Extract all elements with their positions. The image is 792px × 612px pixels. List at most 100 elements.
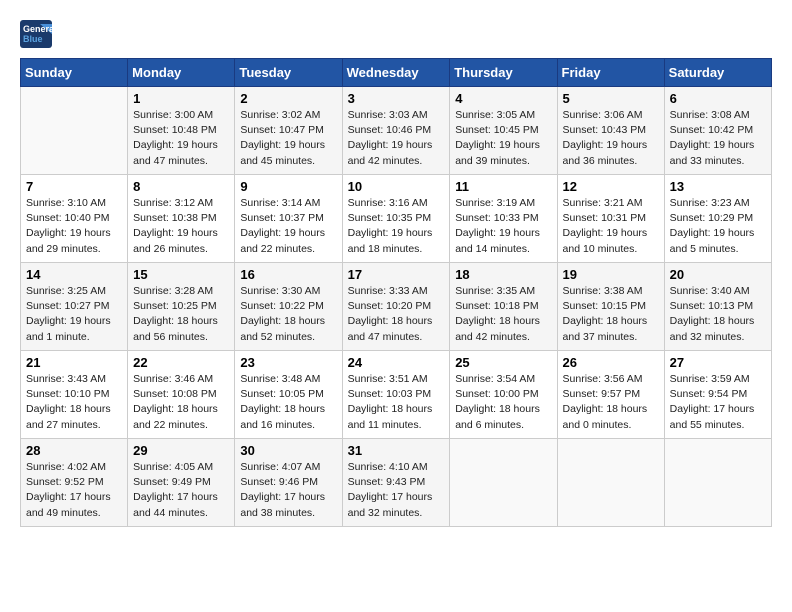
calendar-cell: 11Sunrise: 3:19 AMSunset: 10:33 PMDaylig…	[450, 175, 557, 263]
day-number: 9	[240, 179, 336, 194]
col-header-thursday: Thursday	[450, 59, 557, 87]
calendar-cell: 17 Sunrise: 3:33 AMSunset: 10:20 PMDaylig…	[342, 263, 450, 351]
calendar-cell: 26 Sunrise: 3:56 AMSunset: 9:57 PMDayligh…	[557, 351, 664, 439]
day-info: Sunrise: 3:12 AMSunset: 10:38 PMDaylight…	[133, 196, 229, 257]
col-header-friday: Friday	[557, 59, 664, 87]
calendar-cell: 28 Sunrise: 4:02 AMSunset: 9:52 PMDayligh…	[21, 439, 128, 527]
day-number: 10	[348, 179, 445, 194]
col-header-monday: Monday	[128, 59, 235, 87]
day-info: Sunrise: 3:14 AMSunset: 10:37 PMDaylight…	[240, 196, 336, 257]
calendar-cell: 6Sunrise: 3:08 AMSunset: 10:42 PMDayligh…	[664, 87, 771, 175]
day-number: 31	[348, 443, 445, 458]
day-info: Sunrise: 4:07 AMSunset: 9:46 PMDaylight:…	[240, 460, 336, 521]
calendar-cell: 5 Sunrise: 3:06 AMSunset: 10:43 PMDayligh…	[557, 87, 664, 175]
calendar-cell: 24 Sunrise: 3:51 AMSunset: 10:03 PMDaylig…	[342, 351, 450, 439]
day-info: Sunrise: 3:40 AMSunset: 10:13 PMDaylight…	[670, 284, 766, 345]
day-number: 3	[348, 91, 445, 106]
calendar-cell: 3Sunrise: 3:03 AMSunset: 10:46 PMDayligh…	[342, 87, 450, 175]
calendar-cell: 1 Sunrise: 3:00 AMSunset: 10:48 PMDayligh…	[128, 87, 235, 175]
calendar-cell: 21 Sunrise: 3:43 AMSunset: 10:10 PMDaylig…	[21, 351, 128, 439]
day-info: Sunrise: 3:46 AMSunset: 10:08 PMDaylight…	[133, 372, 229, 433]
calendar-cell: 15 Sunrise: 3:28 AMSunset: 10:25 PMDaylig…	[128, 263, 235, 351]
calendar-cell: 23 Sunrise: 3:48 AMSunset: 10:05 PMDaylig…	[235, 351, 342, 439]
day-info: Sunrise: 3:05 AMSunset: 10:45 PMDaylight…	[455, 108, 551, 169]
calendar-cell: 8Sunrise: 3:12 AMSunset: 10:38 PMDayligh…	[128, 175, 235, 263]
day-number: 29	[133, 443, 229, 458]
day-info: Sunrise: 3:38 AMSunset: 10:15 PMDaylight…	[563, 284, 659, 345]
calendar-cell: 9 Sunrise: 3:14 AMSunset: 10:37 PMDayligh…	[235, 175, 342, 263]
day-number: 6	[670, 91, 766, 106]
day-number: 14	[26, 267, 122, 282]
day-info: Sunrise: 3:48 AMSunset: 10:05 PMDaylight…	[240, 372, 336, 433]
day-number: 17	[348, 267, 445, 282]
calendar-cell: 16Sunrise: 3:30 AMSunset: 10:22 PMDaylig…	[235, 263, 342, 351]
logo-icon: General Blue	[20, 20, 52, 48]
day-number: 30	[240, 443, 336, 458]
calendar-cell: 29 Sunrise: 4:05 AMSunset: 9:49 PMDayligh…	[128, 439, 235, 527]
day-number: 28	[26, 443, 122, 458]
day-number: 12	[563, 179, 659, 194]
day-number: 19	[563, 267, 659, 282]
day-info: Sunrise: 3:21 AMSunset: 10:31 PMDaylight…	[563, 196, 659, 257]
calendar-cell	[21, 87, 128, 175]
calendar-cell: 7 Sunrise: 3:10 AMSunset: 10:40 PMDayligh…	[21, 175, 128, 263]
day-number: 2	[240, 91, 336, 106]
col-header-sunday: Sunday	[21, 59, 128, 87]
day-info: Sunrise: 3:51 AMSunset: 10:03 PMDaylight…	[348, 372, 445, 433]
col-header-wednesday: Wednesday	[342, 59, 450, 87]
day-number: 11	[455, 179, 551, 194]
day-info: Sunrise: 3:16 AMSunset: 10:35 PMDaylight…	[348, 196, 445, 257]
logo: General Blue	[20, 20, 56, 48]
calendar-cell: 31Sunrise: 4:10 AMSunset: 9:43 PMDayligh…	[342, 439, 450, 527]
calendar-week-row: 21 Sunrise: 3:43 AMSunset: 10:10 PMDaylig…	[21, 351, 772, 439]
day-info: Sunrise: 3:28 AMSunset: 10:25 PMDaylight…	[133, 284, 229, 345]
page-header: General Blue	[20, 20, 772, 48]
calendar-cell: 22 Sunrise: 3:46 AMSunset: 10:08 PMDaylig…	[128, 351, 235, 439]
day-number: 7	[26, 179, 122, 194]
day-info: Sunrise: 3:59 AMSunset: 9:54 PMDaylight:…	[670, 372, 766, 433]
day-info: Sunrise: 3:33 AMSunset: 10:20 PMDaylight…	[348, 284, 445, 345]
day-info: Sunrise: 3:43 AMSunset: 10:10 PMDaylight…	[26, 372, 122, 433]
calendar-cell: 25 Sunrise: 3:54 AMSunset: 10:00 PMDaylig…	[450, 351, 557, 439]
day-number: 5	[563, 91, 659, 106]
day-number: 27	[670, 355, 766, 370]
day-info: Sunrise: 3:23 AMSunset: 10:29 PMDaylight…	[670, 196, 766, 257]
calendar-cell: 10 Sunrise: 3:16 AMSunset: 10:35 PMDaylig…	[342, 175, 450, 263]
day-number: 1	[133, 91, 229, 106]
calendar-week-row: 14Sunrise: 3:25 AMSunset: 10:27 PMDaylig…	[21, 263, 772, 351]
day-number: 24	[348, 355, 445, 370]
day-number: 22	[133, 355, 229, 370]
calendar-cell: 27 Sunrise: 3:59 AMSunset: 9:54 PMDayligh…	[664, 351, 771, 439]
day-number: 21	[26, 355, 122, 370]
calendar-cell: 20 Sunrise: 3:40 AMSunset: 10:13 PMDaylig…	[664, 263, 771, 351]
calendar-cell	[557, 439, 664, 527]
calendar-week-row: 28 Sunrise: 4:02 AMSunset: 9:52 PMDayligh…	[21, 439, 772, 527]
calendar-cell: 4Sunrise: 3:05 AMSunset: 10:45 PMDayligh…	[450, 87, 557, 175]
calendar-cell: 12 Sunrise: 3:21 AMSunset: 10:31 PMDaylig…	[557, 175, 664, 263]
day-info: Sunrise: 4:02 AMSunset: 9:52 PMDaylight:…	[26, 460, 122, 521]
day-info: Sunrise: 3:00 AMSunset: 10:48 PMDaylight…	[133, 108, 229, 169]
day-number: 13	[670, 179, 766, 194]
col-header-saturday: Saturday	[664, 59, 771, 87]
calendar-cell: 13 Sunrise: 3:23 AMSunset: 10:29 PMDaylig…	[664, 175, 771, 263]
day-info: Sunrise: 3:10 AMSunset: 10:40 PMDaylight…	[26, 196, 122, 257]
calendar-cell: 2 Sunrise: 3:02 AMSunset: 10:47 PMDayligh…	[235, 87, 342, 175]
day-info: Sunrise: 3:56 AMSunset: 9:57 PMDaylight:…	[563, 372, 659, 433]
calendar-cell: 19 Sunrise: 3:38 AMSunset: 10:15 PMDaylig…	[557, 263, 664, 351]
calendar-cell	[664, 439, 771, 527]
day-number: 18	[455, 267, 551, 282]
calendar-cell	[450, 439, 557, 527]
day-number: 15	[133, 267, 229, 282]
day-info: Sunrise: 3:02 AMSunset: 10:47 PMDaylight…	[240, 108, 336, 169]
calendar-header-row: SundayMondayTuesdayWednesdayThursdayFrid…	[21, 59, 772, 87]
day-info: Sunrise: 3:06 AMSunset: 10:43 PMDaylight…	[563, 108, 659, 169]
day-number: 26	[563, 355, 659, 370]
calendar-week-row: 1 Sunrise: 3:00 AMSunset: 10:48 PMDayligh…	[21, 87, 772, 175]
day-info: Sunrise: 3:30 AMSunset: 10:22 PMDaylight…	[240, 284, 336, 345]
day-info: Sunrise: 4:05 AMSunset: 9:49 PMDaylight:…	[133, 460, 229, 521]
day-number: 23	[240, 355, 336, 370]
day-info: Sunrise: 3:54 AMSunset: 10:00 PMDaylight…	[455, 372, 551, 433]
day-number: 25	[455, 355, 551, 370]
col-header-tuesday: Tuesday	[235, 59, 342, 87]
day-number: 20	[670, 267, 766, 282]
